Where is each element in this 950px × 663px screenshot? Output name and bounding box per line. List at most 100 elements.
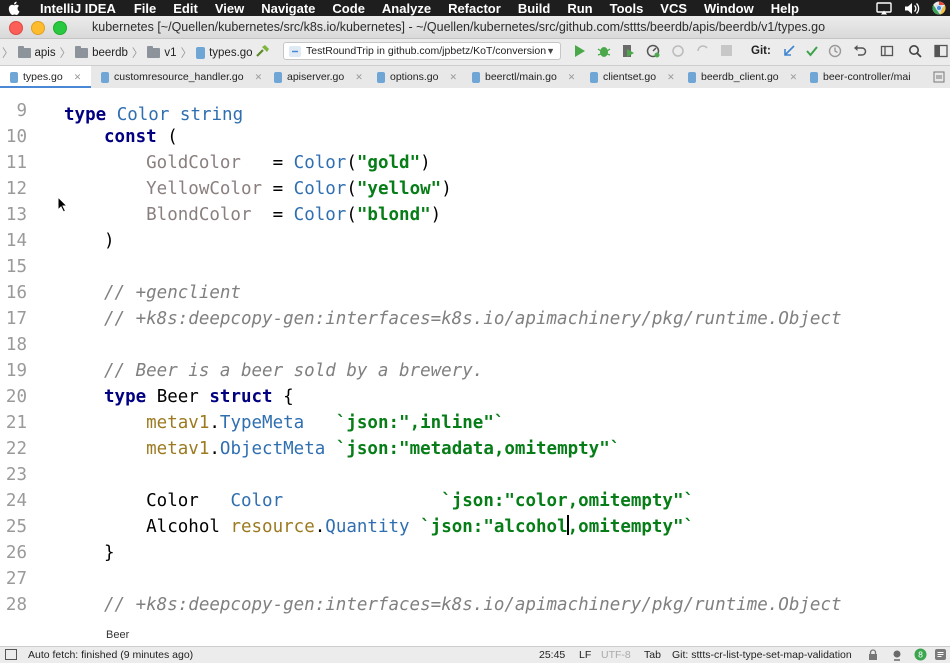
code-line[interactable]: 17 // +k8s:deepcopy-gen:interfaces=k8s.io… <box>0 306 950 332</box>
minimize-window-button[interactable] <box>31 21 45 35</box>
inspector-icon[interactable] <box>891 649 903 661</box>
code-line[interactable]: 24 Color Color `json:"color,omitempty"` <box>0 488 950 514</box>
tab-beerdb-client-go[interactable]: beerdb_client.go ✕ <box>688 66 797 88</box>
indent-setting[interactable]: Tab <box>644 649 661 661</box>
code-line[interactable]: 10 const ( <box>0 124 950 150</box>
maximize-window-button[interactable] <box>53 21 67 35</box>
menu-vcs[interactable]: VCS <box>660 1 687 16</box>
menu-view[interactable]: View <box>215 1 244 16</box>
line-number[interactable]: 19 <box>0 358 27 384</box>
line-number[interactable]: 26 <box>0 540 27 566</box>
update-running-icon[interactable] <box>696 44 710 58</box>
close-icon[interactable]: ✕ <box>790 72 798 83</box>
tab-beer-controller-main[interactable]: beer-controller/mai <box>810 66 911 88</box>
line-number[interactable]: 17 <box>0 306 27 332</box>
tab-options-go[interactable]: options.go ✕ <box>377 66 457 88</box>
plugin-status-icon[interactable]: 8 <box>914 648 927 661</box>
vcs-rollback-icon[interactable] <box>853 44 867 58</box>
close-icon[interactable]: ✕ <box>568 72 576 83</box>
menu-code[interactable]: Code <box>332 1 365 16</box>
line-number[interactable]: 16 <box>0 280 27 306</box>
code-editor[interactable]: type Color string 9 10 const (11 GoldColor… <box>0 88 950 644</box>
project-structure-icon[interactable] <box>880 44 894 58</box>
tool-window-icon[interactable] <box>934 44 948 58</box>
menu-help[interactable]: Help <box>771 1 799 16</box>
build-hammer-icon[interactable] <box>255 43 271 59</box>
tab-types-go[interactable]: types.go ✕ <box>0 66 92 89</box>
menu-build[interactable]: Build <box>518 1 551 16</box>
code-line[interactable]: 26} <box>0 540 950 566</box>
profile-icon[interactable] <box>646 44 660 58</box>
menu-window[interactable]: Window <box>704 1 754 16</box>
code-line[interactable]: 13 BlondColor = Color("blond") <box>0 202 950 228</box>
menu-refactor[interactable]: Refactor <box>448 1 501 16</box>
tab-overflow-menu[interactable] <box>933 66 945 88</box>
vcs-commit-icon[interactable] <box>805 44 819 58</box>
code-line[interactable]: 22 metav1.ObjectMeta `json:"metadata,omi… <box>0 436 950 462</box>
tab-beerctl-main-go[interactable]: beerctl/main.go ✕ <box>472 66 575 88</box>
code-line[interactable]: 27 <box>0 566 950 592</box>
code-line[interactable]: 19 // Beer is a beer sold by a brewery. <box>0 358 950 384</box>
menu-navigate[interactable]: Navigate <box>261 1 315 16</box>
code-line[interactable]: 25 Alcohol resource.Quantity `json:"alco… <box>0 514 950 540</box>
vcs-history-icon[interactable] <box>828 44 842 58</box>
breadcrumb-beerdb[interactable]: beerdb <box>92 47 128 59</box>
event-log-icon[interactable] <box>934 648 947 661</box>
volume-icon[interactable] <box>904 2 920 15</box>
screen-mirror-icon[interactable] <box>876 1 892 15</box>
run-configuration-select[interactable]: TestRoundTrip in github.com/jpbetz/KoT/c… <box>283 42 561 60</box>
line-number[interactable]: 12 <box>0 176 27 202</box>
menu-run[interactable]: Run <box>567 1 592 16</box>
line-separator[interactable]: LF <box>579 649 591 661</box>
run-with-coverage-icon[interactable] <box>621 44 635 58</box>
breadcrumb-types-go[interactable]: types.go <box>209 47 252 59</box>
code-line[interactable]: 21 metav1.TypeMeta `json:",inline"` <box>0 410 950 436</box>
line-number[interactable]: 13 <box>0 202 27 228</box>
close-icon[interactable]: ✕ <box>667 72 675 83</box>
breadcrumb-apis[interactable]: apis <box>35 47 56 59</box>
line-number[interactable]: 14 <box>0 228 27 254</box>
tab-customresource-handler[interactable]: customresource_handler.go ✕ <box>101 66 262 88</box>
lock-icon[interactable] <box>868 649 878 661</box>
close-window-button[interactable] <box>9 21 23 35</box>
line-number[interactable]: 20 <box>0 384 27 410</box>
line-number[interactable]: 9 <box>0 98 27 124</box>
apple-icon[interactable] <box>8 0 22 16</box>
code-line[interactable]: 20 type Beer struct { <box>0 384 950 410</box>
line-number[interactable]: 28 <box>0 592 27 618</box>
line-number[interactable]: 25 <box>0 514 27 540</box>
code-line[interactable]: 11 GoldColor = Color("gold") <box>0 150 950 176</box>
tab-clientset-go[interactable]: clientset.go ✕ <box>590 66 675 88</box>
stop-icon[interactable] <box>720 44 733 57</box>
line-number[interactable]: 15 <box>0 254 27 280</box>
status-message[interactable]: Auto fetch: finished (9 minutes ago) <box>28 649 193 661</box>
menu-analyze[interactable]: Analyze <box>382 1 431 16</box>
close-icon[interactable]: ✕ <box>74 72 82 83</box>
line-number[interactable]: 21 <box>0 410 27 436</box>
code-line[interactable]: 14) <box>0 228 950 254</box>
menu-edit[interactable]: Edit <box>173 1 198 16</box>
code-line[interactable]: 15 <box>0 254 950 280</box>
code-line[interactable]: 28 // +k8s:deepcopy-gen:interfaces=k8s.io… <box>0 592 950 618</box>
line-number[interactable]: 11 <box>0 150 27 176</box>
search-everywhere-icon[interactable] <box>908 44 922 58</box>
line-number[interactable]: 10 <box>0 124 27 150</box>
close-icon[interactable]: ✕ <box>255 72 263 83</box>
line-number[interactable]: 18 <box>0 332 27 358</box>
close-icon[interactable]: ✕ <box>355 72 363 83</box>
code-line[interactable]: 9 <box>0 98 950 124</box>
browser-icon[interactable] <box>932 1 946 15</box>
code-line[interactable]: 18 <box>0 332 950 358</box>
file-encoding[interactable]: UTF-8 <box>601 649 631 661</box>
menu-file[interactable]: File <box>134 1 156 16</box>
vcs-update-icon[interactable] <box>782 44 796 58</box>
line-number[interactable]: 24 <box>0 488 27 514</box>
run-icon[interactable] <box>574 44 586 58</box>
line-number[interactable]: 27 <box>0 566 27 592</box>
tool-windows-toggle-icon[interactable] <box>5 649 17 660</box>
code-line[interactable]: 12 YellowColor = Color("yellow") <box>0 176 950 202</box>
line-number[interactable]: 22 <box>0 436 27 462</box>
breadcrumb-v1[interactable]: v1 <box>164 47 176 59</box>
caret-position[interactable]: 25:45 <box>539 649 565 661</box>
app-menu[interactable]: IntelliJ IDEA <box>40 1 116 16</box>
